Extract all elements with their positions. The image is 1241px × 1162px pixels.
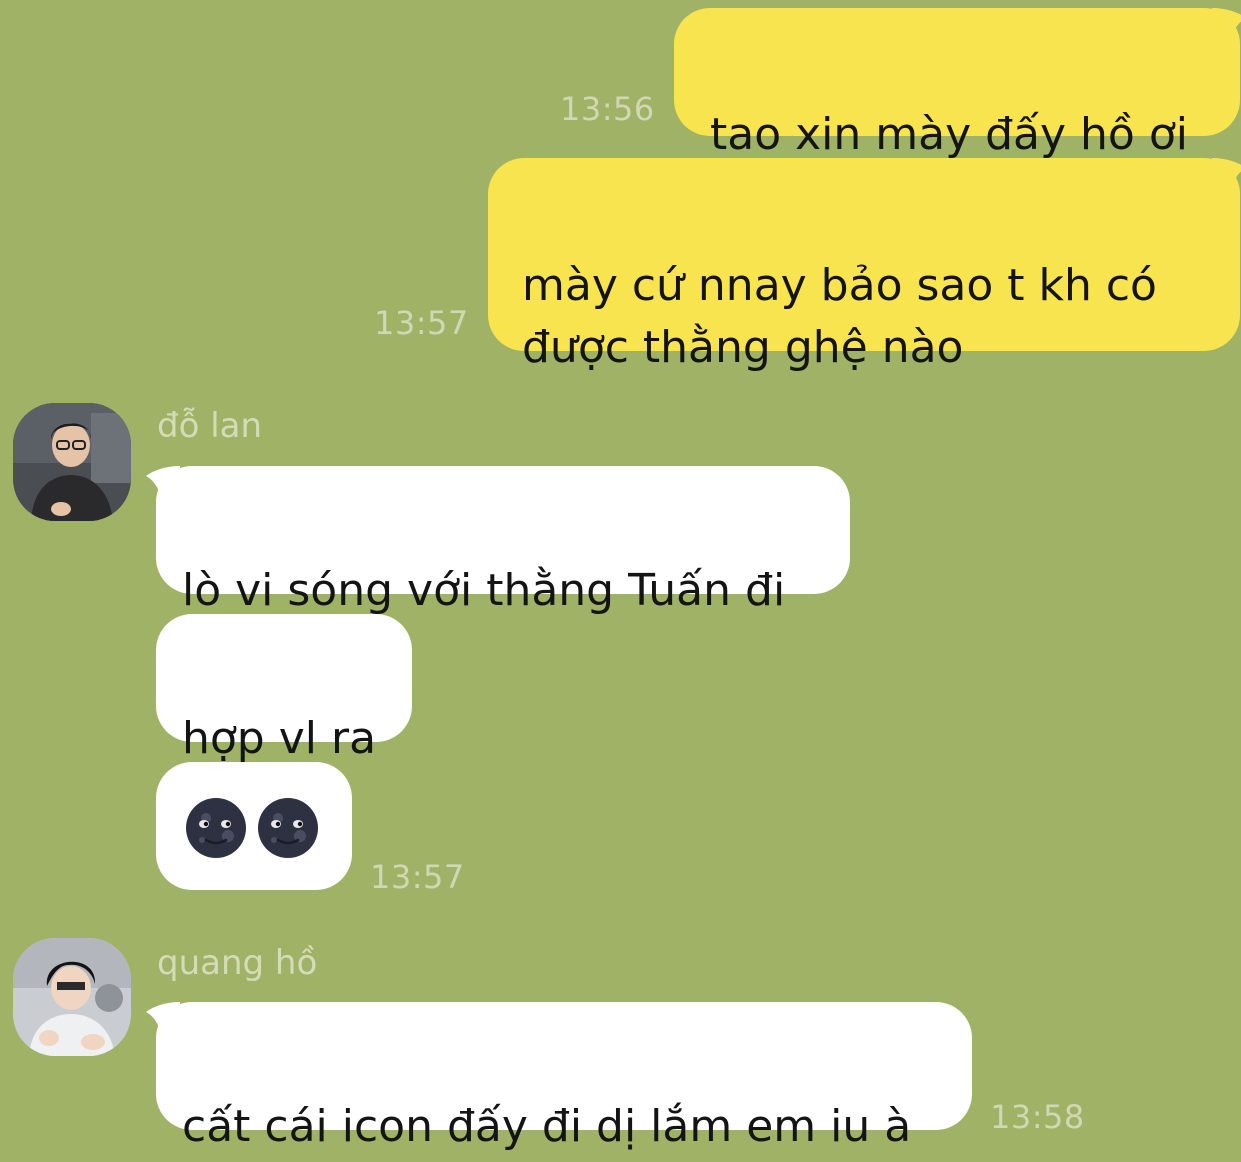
sender-name: quang hồ: [157, 943, 318, 983]
bubble-tail-icon: [146, 466, 180, 502]
incoming-message-bubble[interactable]: lò vi sóng với thằng Tuấn đi: [156, 466, 850, 616]
incoming-emoji-bubble[interactable]: [156, 762, 352, 890]
message-text: hợp vl ra: [182, 713, 377, 764]
sender-name: đỗ lan: [157, 406, 263, 446]
outgoing-message-bubble[interactable]: tao xin mày đấy hồ ơi: [674, 8, 1240, 160]
message-timestamp: 13:57: [374, 304, 469, 342]
outgoing-message-bubble[interactable]: mày cứ nnay bảo sao t kh có được thằng g…: [488, 158, 1240, 373]
new-moon-face-icon: [258, 798, 318, 858]
incoming-message-bubble[interactable]: cất cái icon đấy đi dị lắm em iu à: [156, 1002, 972, 1152]
bubble-tail-icon: [1212, 8, 1241, 44]
avatar[interactable]: [13, 403, 131, 521]
user-photo-avatar: [13, 938, 131, 1056]
incoming-message-bubble[interactable]: hợp vl ra: [156, 614, 412, 764]
message-timestamp: 13:56: [560, 90, 655, 128]
bubble-tail-icon: [146, 1002, 180, 1038]
message-timestamp: 13:57: [370, 858, 465, 896]
message-timestamp: 13:58: [990, 1098, 1085, 1136]
message-text: tao xin mày đấy hồ ơi: [710, 109, 1188, 160]
message-text: cất cái icon đấy đi dị lắm em iu à: [182, 1101, 912, 1152]
user-photo-avatar: [13, 403, 131, 521]
message-text: lò vi sóng với thằng Tuấn đi: [182, 565, 786, 616]
message-text: mày cứ nnay bảo sao t kh có được thằng g…: [522, 260, 1157, 373]
new-moon-face-icon: [186, 798, 246, 858]
bubble-tail-icon: [1212, 158, 1241, 194]
avatar[interactable]: [13, 938, 131, 1056]
